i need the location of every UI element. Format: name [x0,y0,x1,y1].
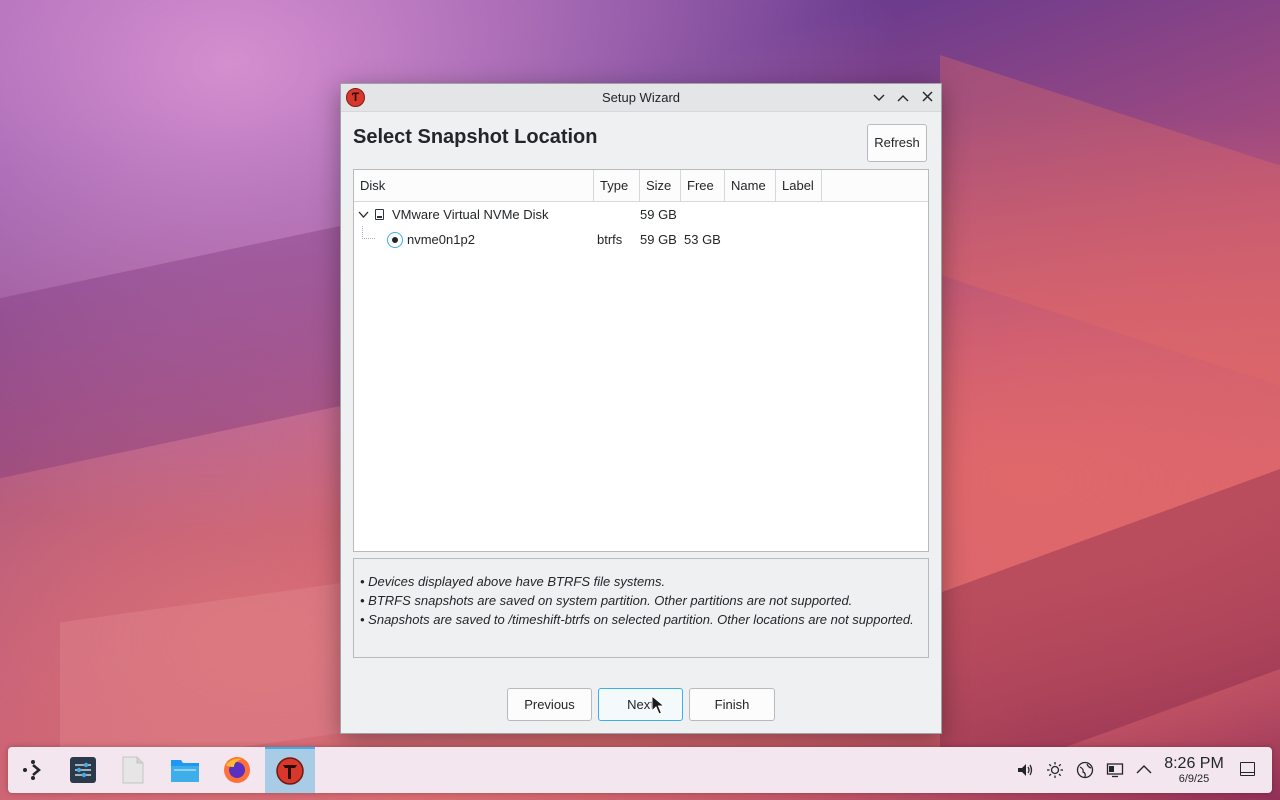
close-button[interactable] [917,88,937,108]
info-line: • BTRFS snapshots are saved on system pa… [360,593,853,608]
page-title: Select Snapshot Location [353,126,598,148]
disk-tree[interactable]: Disk Type Size Free Name Label VMware Vi… [353,169,929,552]
partition-size: 59 GB [640,232,677,247]
tree-header: Disk Type Size Free Name Label [354,170,928,202]
minimize-button[interactable] [869,88,889,108]
column-header-type[interactable]: Type [594,170,640,201]
brightness-icon[interactable] [1046,761,1064,779]
disk-icon [375,209,384,220]
firefox-icon [224,757,250,783]
window-title: Setup Wizard [601,90,681,105]
info-line: • Snapshots are saved to /timeshift-btrf… [360,612,914,627]
timeshift-icon [276,757,304,785]
refresh-button[interactable]: Refresh [867,124,927,162]
column-header-disk[interactable]: Disk [354,170,594,201]
info-line: • Devices displayed above have BTRFS fil… [360,574,666,589]
partition-free: 53 GB [684,232,721,247]
info-panel: • Devices displayed above have BTRFS fil… [353,558,929,658]
titlebar: Ƭ Setup Wizard [341,84,941,112]
application-launcher-button[interactable] [8,747,58,793]
disk-size: 59 GB [640,207,677,222]
file-manager-icon [171,760,199,782]
partition-type: btrfs [597,232,623,247]
application-launcher-icon [23,760,41,780]
clock-time[interactable]: 8:26 PM [1162,755,1226,773]
column-header-label[interactable]: Label [776,170,822,201]
column-header-free[interactable]: Free [681,170,725,201]
firefox-taskbar-button[interactable] [212,747,262,793]
disk-name: VMware Virtual NVMe Disk [392,207,549,222]
file-manager-taskbar-button[interactable] [160,747,210,793]
maximize-button[interactable] [893,88,913,108]
timeshift-taskbar-button[interactable] [265,747,315,793]
tree-row-partition[interactable]: nvme0n1p2 btrfs 59 GB 53 GB [354,226,928,252]
previous-button[interactable]: Previous [507,688,592,721]
chevron-up-icon [897,95,909,102]
column-header-size[interactable]: Size [640,170,681,201]
tree-connector [362,226,375,239]
partition-radio-icon[interactable] [387,232,403,248]
setup-wizard-window: Ƭ Setup Wizard Select Snapshot Location … [340,83,942,734]
clock-date[interactable]: 6/9/25 [1162,773,1226,785]
close-icon [922,91,932,102]
system-settings-taskbar-button[interactable] [58,747,108,793]
show-desktop-icon[interactable] [1240,762,1255,776]
tray-expand-icon[interactable] [1135,761,1153,779]
network-globe-icon[interactable] [1076,761,1094,779]
taskbar: 8:26 PM 6/9/25 [8,747,1272,793]
finish-button[interactable]: Finish [689,688,775,721]
volume-icon[interactable] [1016,761,1034,779]
next-button[interactable]: Next [598,688,683,721]
column-header-name[interactable]: Name [725,170,776,201]
chevron-down-icon [873,94,885,101]
text-file-icon [122,756,144,784]
text-file-taskbar-button[interactable] [108,747,158,793]
partition-name: nvme0n1p2 [407,232,475,247]
display-icon[interactable] [1106,761,1124,779]
tree-row-disk[interactable]: VMware Virtual NVMe Disk 59 GB [354,203,928,227]
system-settings-icon [70,757,96,783]
